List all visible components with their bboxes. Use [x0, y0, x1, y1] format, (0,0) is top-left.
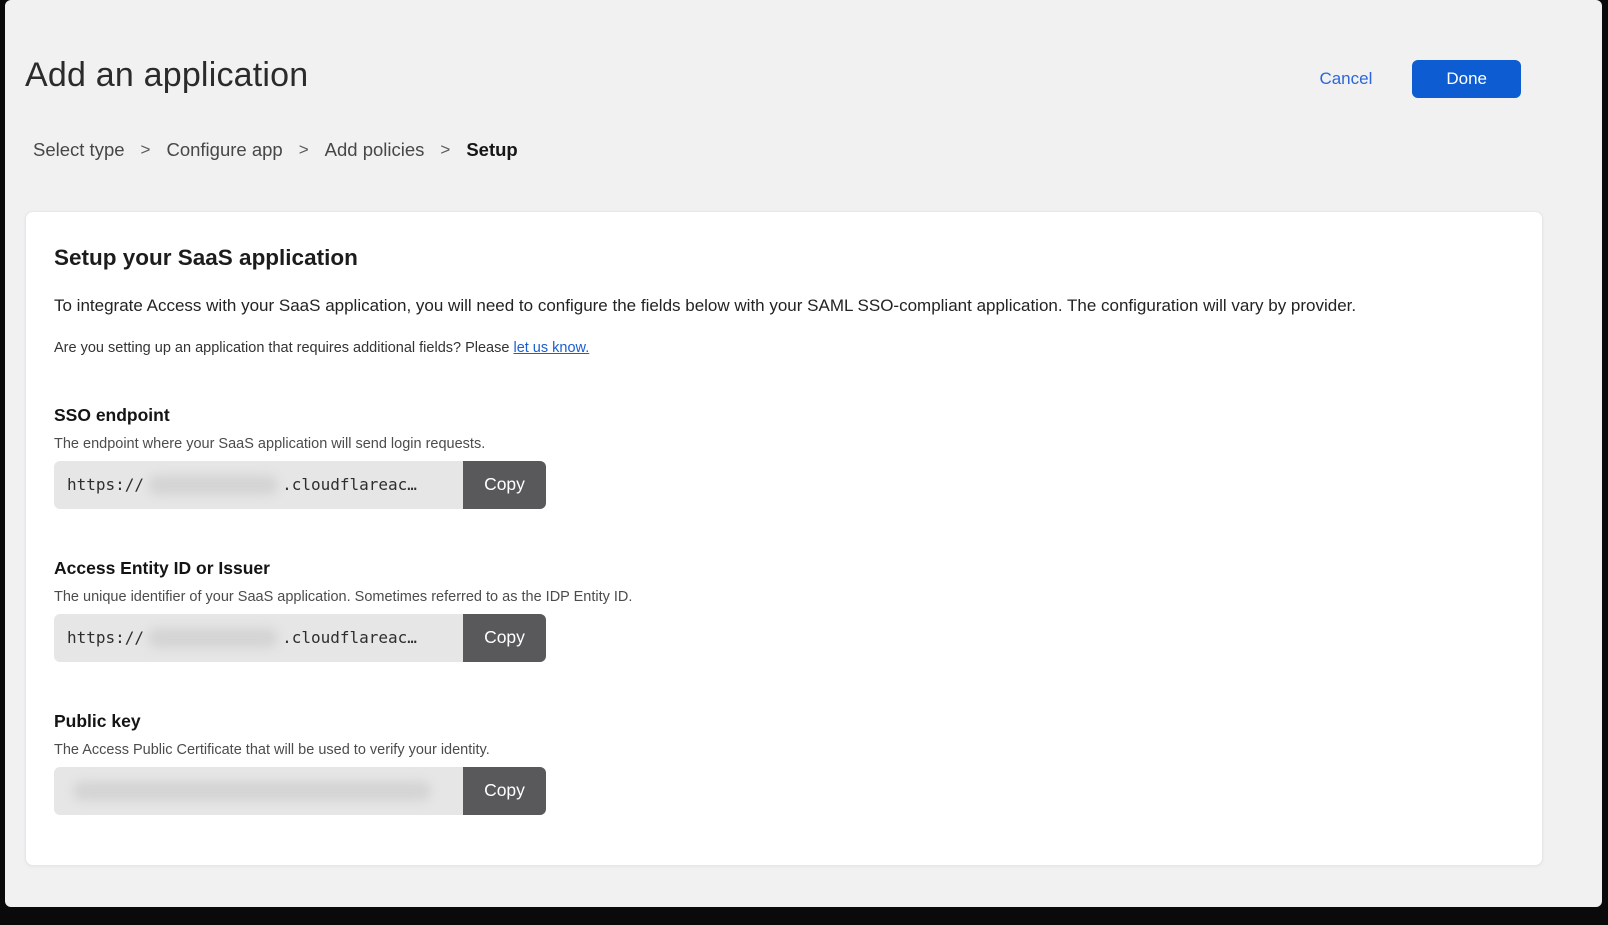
sso-endpoint-value-row: https:// .cloudflareac… Copy	[54, 461, 546, 509]
setup-card: Setup your SaaS application To integrate…	[25, 211, 1543, 866]
breadcrumb-step-configure-app[interactable]: Configure app	[166, 139, 282, 161]
value-prefix: https://	[67, 475, 144, 494]
field-label: SSO endpoint	[54, 405, 1514, 426]
breadcrumb-separator: >	[440, 140, 450, 160]
redacted-blur	[148, 628, 278, 648]
field-public-key: Public key The Access Public Certificate…	[54, 711, 1514, 815]
breadcrumb-step-add-policies[interactable]: Add policies	[325, 139, 425, 161]
field-label: Access Entity ID or Issuer	[54, 558, 1514, 579]
redacted-blur	[73, 781, 431, 801]
breadcrumb: Select type > Configure app > Add polici…	[33, 139, 1602, 161]
value-prefix: https://	[67, 628, 144, 647]
field-description: The Access Public Certificate that will …	[54, 742, 1514, 758]
card-intro: To integrate Access with your SaaS appli…	[54, 295, 1514, 318]
card-note: Are you setting up an application that r…	[54, 340, 1514, 356]
copy-button[interactable]: Copy	[463, 767, 546, 815]
value-suffix: .cloudflareac…	[282, 628, 417, 647]
redacted-blur	[148, 475, 278, 495]
done-button[interactable]: Done	[1412, 60, 1521, 98]
breadcrumb-step-setup: Setup	[466, 139, 517, 161]
public-key-value	[54, 767, 463, 815]
access-entity-id-value: https:// .cloudflareac…	[54, 614, 463, 662]
breadcrumb-separator: >	[299, 140, 309, 160]
breadcrumb-separator: >	[141, 140, 151, 160]
public-key-value-row: Copy	[54, 767, 546, 815]
app-window: Add an application Cancel Done Select ty…	[5, 0, 1602, 907]
cancel-button[interactable]: Cancel	[1319, 69, 1372, 89]
sso-endpoint-value: https:// .cloudflareac…	[54, 461, 463, 509]
value-suffix: .cloudflareac…	[282, 475, 417, 494]
let-us-know-link[interactable]: let us know.	[513, 340, 589, 356]
copy-button[interactable]: Copy	[463, 461, 546, 509]
card-heading: Setup your SaaS application	[54, 245, 1514, 271]
field-sso-endpoint: SSO endpoint The endpoint where your Saa…	[54, 405, 1514, 509]
header-actions: Cancel Done	[1319, 60, 1521, 98]
breadcrumb-step-select-type[interactable]: Select type	[33, 139, 125, 161]
field-description: The unique identifier of your SaaS appli…	[54, 589, 1514, 605]
field-label: Public key	[54, 711, 1514, 732]
card-note-text: Are you setting up an application that r…	[54, 340, 513, 356]
page-header: Add an application Cancel Done	[5, 0, 1602, 95]
access-entity-id-value-row: https:// .cloudflareac… Copy	[54, 614, 546, 662]
field-access-entity-id: Access Entity ID or Issuer The unique id…	[54, 558, 1514, 662]
copy-button[interactable]: Copy	[463, 614, 546, 662]
field-description: The endpoint where your SaaS application…	[54, 436, 1514, 452]
